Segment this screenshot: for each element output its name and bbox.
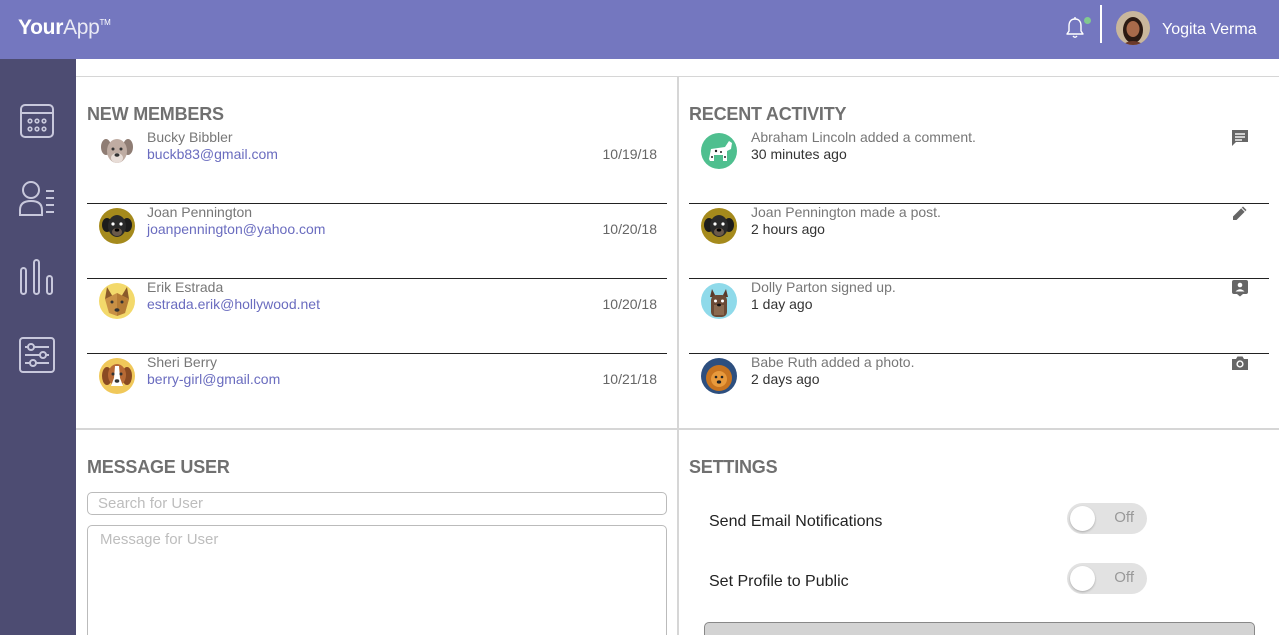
member-row[interactable]: Erik Estrada estrada.erik@hollywood.net … (87, 279, 667, 354)
member-name: Joan Pennington (147, 204, 253, 220)
chow-avatar-icon (701, 358, 737, 394)
yorkie-avatar-icon (701, 283, 737, 319)
search-user-input[interactable] (87, 492, 667, 515)
logo-trademark: TM (99, 18, 111, 27)
sidebar (0, 59, 76, 635)
notification-indicator-dot (1084, 17, 1091, 24)
column-divider (677, 76, 679, 635)
toggle-state-label: Off (1114, 509, 1134, 526)
logo-bold-text: Your (18, 16, 64, 39)
activity-row[interactable]: Joan Pennington made a post. 2 hours ago (689, 204, 1269, 279)
dog-avatar-beagle-icon (99, 358, 135, 394)
public-profile-label: Set Profile to Public (709, 573, 849, 590)
member-name: Sheri Berry (147, 354, 218, 370)
logo-light-text: App (63, 16, 100, 39)
new-members-title: NEW MEMBERS (87, 104, 224, 124)
public-profile-toggle[interactable]: Off (1067, 563, 1147, 594)
dog-avatar-black-icon (99, 208, 135, 244)
recent-activity-title: RECENT ACTIVITY (689, 104, 847, 124)
email-notifications-label: Send Email Notifications (709, 513, 883, 530)
settings-sliders-icon[interactable] (18, 336, 56, 374)
email-notifications-toggle[interactable]: Off (1067, 503, 1147, 534)
camera-icon[interactable] (1231, 354, 1249, 372)
comment-icon[interactable] (1231, 129, 1249, 147)
settings-action-button[interactable] (704, 622, 1255, 635)
member-row[interactable]: Bucky Bibbler buckb83@gmail.com 10/19/18 (87, 129, 667, 204)
message-user-title: MESSAGE USER (87, 457, 230, 477)
member-name: Erik Estrada (147, 279, 224, 295)
app-logo[interactable]: YourAppTM (18, 16, 111, 40)
dog-avatar-black-icon (701, 208, 737, 244)
activity-text: Abraham Lincoln added a comment. (751, 129, 976, 145)
calendar-icon[interactable] (18, 102, 56, 140)
member-join-date: 10/19/18 (602, 146, 658, 162)
settings-title: SETTINGS (689, 457, 778, 477)
member-join-date: 10/20/18 (602, 296, 658, 312)
members-icon[interactable] (18, 179, 56, 217)
member-email-link[interactable]: berry-girl@gmail.com (147, 371, 280, 387)
toggle-knob (1070, 566, 1095, 591)
activity-text: Dolly Parton signed up. (751, 279, 896, 295)
member-email-link[interactable]: buckb83@gmail.com (147, 146, 278, 162)
activity-text: Babe Ruth added a photo. (751, 354, 915, 370)
activity-time: 30 minutes ago (751, 146, 847, 162)
activity-row[interactable]: Dolly Parton signed up. 1 day ago (689, 279, 1269, 354)
activity-text: Joan Pennington made a post. (751, 204, 941, 220)
user-photo-icon (1116, 11, 1150, 45)
activity-row[interactable]: Babe Ruth added a photo. 2 days ago (689, 354, 1269, 429)
toggle-knob (1070, 506, 1095, 531)
member-row[interactable]: Sheri Berry berry-girl@gmail.com 10/21/1… (87, 354, 667, 429)
pencil-icon[interactable] (1231, 204, 1249, 222)
notification-bell-icon[interactable] (1064, 16, 1086, 40)
message-textarea[interactable] (87, 525, 667, 635)
activity-row[interactable]: Abraham Lincoln added a comment. 30 minu… (689, 129, 1269, 204)
stats-icon[interactable] (18, 258, 56, 296)
member-name: Bucky Bibbler (147, 129, 233, 145)
dog-avatar-tan-icon (99, 283, 135, 319)
member-email-link[interactable]: joanpennington@yahoo.com (147, 221, 325, 237)
dalmatian-avatar-icon (701, 133, 737, 169)
top-bar: YourAppTM Yogita Verma (0, 0, 1279, 59)
member-join-date: 10/21/18 (602, 371, 658, 387)
contact-card-icon[interactable] (1231, 279, 1249, 297)
toggle-state-label: Off (1114, 569, 1134, 586)
activity-time: 2 days ago (751, 371, 820, 387)
user-name[interactable]: Yogita Verma (1162, 21, 1257, 39)
dog-avatar-grey-icon (99, 133, 135, 169)
member-join-date: 10/20/18 (602, 221, 658, 237)
member-email-link[interactable]: estrada.erik@hollywood.net (147, 296, 320, 312)
user-avatar[interactable] (1116, 11, 1150, 45)
activity-time: 2 hours ago (751, 221, 825, 237)
member-row[interactable]: Joan Pennington joanpennington@yahoo.com… (87, 204, 667, 279)
header-divider (1100, 5, 1102, 43)
activity-time: 1 day ago (751, 296, 813, 312)
dashboard-main: NEW MEMBERS Bucky Bibbler buckb83@gmail.… (76, 59, 1279, 635)
